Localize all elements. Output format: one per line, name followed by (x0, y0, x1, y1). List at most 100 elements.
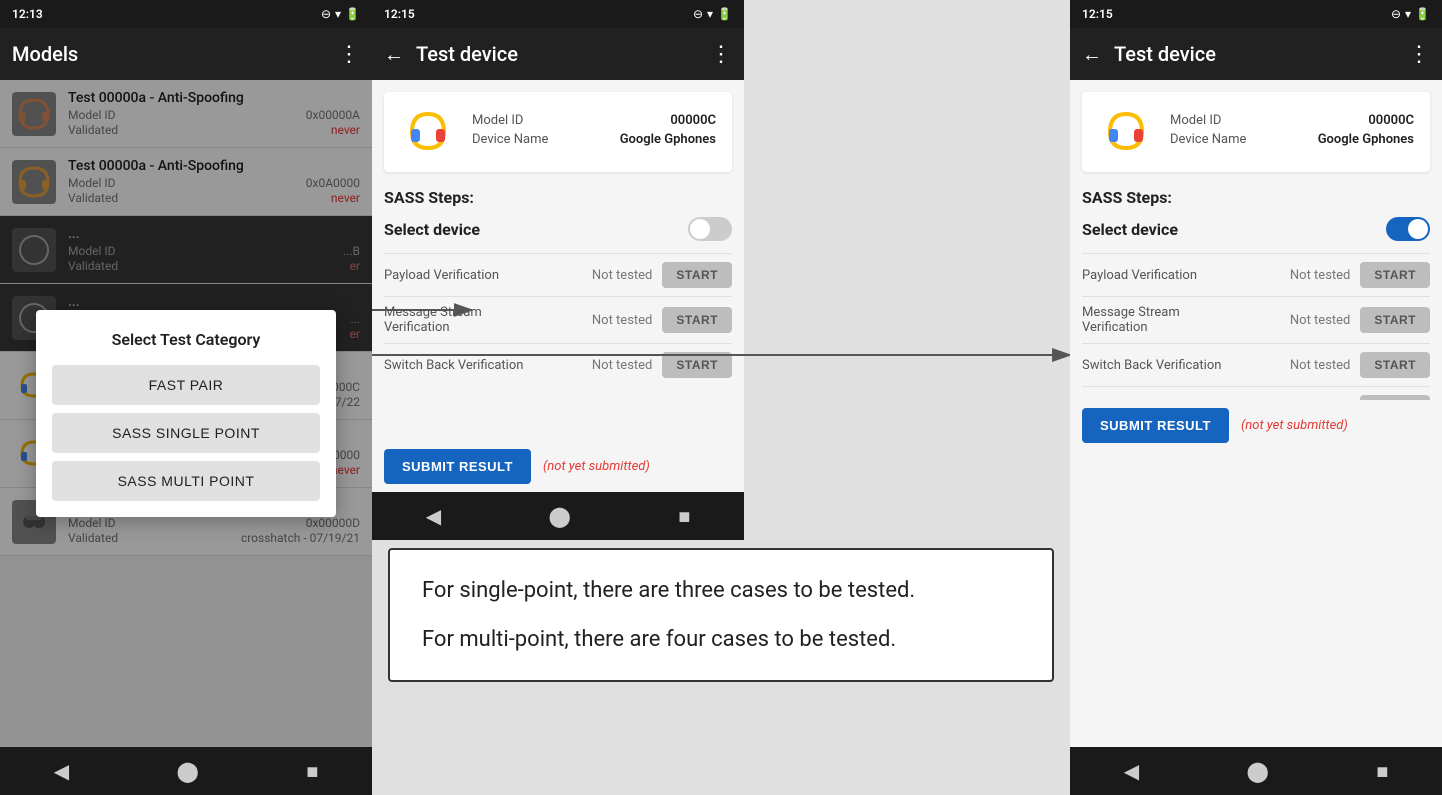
device-name-value-3: Google Gphones (1318, 132, 1414, 147)
phone-3: 12:15 ⊖ ▾ 🔋 ← Test device ⋮ Model ID 000… (1070, 0, 1442, 795)
back-nav-2[interactable]: ◀ (406, 496, 461, 536)
submit-area-2: SUBMIT RESULT (not yet submitted) (372, 441, 744, 492)
status-bar-3: 12:15 ⊖ ▾ 🔋 (1070, 0, 1442, 28)
stream-start-btn-2[interactable]: START (662, 307, 732, 333)
wifi-icon: ▾ (335, 7, 341, 21)
phone-2: 12:15 ⊖ ▾ 🔋 ← Test device ⋮ (372, 0, 744, 540)
device-logo-3 (1098, 104, 1154, 160)
back-nav-3[interactable]: ◀ (1104, 751, 1159, 791)
device-name-label-2: Device Name (472, 132, 548, 147)
stream-label-3: Message StreamVerification (1082, 305, 1290, 335)
switchback-status-3: Not tested (1290, 358, 1351, 373)
test-row-payload-2: Payload Verification Not tested START (384, 253, 732, 296)
payload-label-2: Payload Verification (384, 268, 592, 283)
test-row-switchactive-3: Switch Active Verification Not tested ST… (1082, 386, 1430, 400)
sass-multi-point-button[interactable]: SASS MULTI POINT (52, 461, 320, 501)
middle-section: 12:15 ⊖ ▾ 🔋 ← Test device ⋮ (372, 0, 1070, 795)
device-name-row-2: Device Name Google Gphones (472, 132, 716, 147)
models-list: Test 00000a - Anti-Spoofing Model ID0x00… (0, 80, 372, 747)
stream-label-2: Message StreamVerification (384, 305, 592, 335)
more-icon-3[interactable]: ⋮ (1408, 42, 1430, 67)
battery-icon: 🔋 (345, 7, 360, 21)
wifi-icon-3: ▾ (1405, 7, 1411, 21)
sass-single-point-button[interactable]: SASS SINGLE POINT (52, 413, 320, 453)
select-device-label-3: Select device (1082, 220, 1178, 239)
nav-bar-2: ◀ ⬤ ■ (372, 492, 744, 540)
test-row-switchback-3: Switch Back Verification Not tested STAR… (1082, 343, 1430, 386)
annotation-text-1: For single-point, there are three cases … (422, 574, 1020, 607)
test-device-content-3: Model ID 00000C Device Name Google Gphon… (1070, 80, 1442, 400)
device-name-label-3: Device Name (1170, 132, 1246, 147)
home-nav-3[interactable]: ⬤ (1226, 751, 1288, 791)
model-id-value-3: 00000C (1368, 113, 1414, 128)
payload-start-btn-2[interactable]: START (662, 262, 732, 288)
status-bar-1: 12:13 ⊖ ▾ 🔋 (0, 0, 372, 28)
more-icon-2[interactable]: ⋮ (710, 42, 732, 67)
stream-start-btn-3[interactable]: START (1360, 307, 1430, 333)
more-icon-1[interactable]: ⋮ (338, 42, 360, 67)
test-row-stream-3: Message StreamVerification Not tested ST… (1082, 296, 1430, 343)
payload-label-3: Payload Verification (1082, 268, 1290, 283)
test-row-payload-3: Payload Verification Not tested START (1082, 253, 1430, 296)
status-icons-1: ⊖ ▾ 🔋 (321, 7, 360, 21)
recent-nav-3[interactable]: ■ (1356, 751, 1408, 792)
app-bar-1: Models ⋮ (0, 28, 372, 80)
payload-status-2: Not tested (592, 268, 653, 283)
select-device-toggle-2[interactable] (688, 217, 732, 241)
model-id-row-2: Model ID 00000C (472, 113, 716, 128)
app-bar-3: ← Test device ⋮ (1070, 28, 1442, 80)
device-info-card-2: Model ID 00000C Device Name Google Gphon… (384, 92, 732, 172)
home-nav-2[interactable]: ⬤ (528, 496, 590, 536)
battery-icon-3: 🔋 (1415, 7, 1430, 21)
recent-nav-2[interactable]: ■ (658, 496, 710, 537)
model-id-label-2: Model ID (472, 113, 523, 128)
time-2: 12:15 (384, 7, 415, 21)
select-device-label-2: Select device (384, 220, 480, 239)
not-yet-submitted-2: (not yet submitted) (543, 459, 650, 474)
app-title-1: Models (12, 42, 338, 66)
nav-bar-1: ◀ ⬤ ■ (0, 747, 372, 795)
switchback-start-btn-3[interactable]: START (1360, 352, 1430, 378)
annotation-text-2: For multi-point, there are four cases to… (422, 623, 1020, 656)
back-nav[interactable]: ◀ (34, 751, 89, 791)
sim-icon-2: ⊖ (693, 7, 703, 21)
test-device-content-2: Model ID 00000C Device Name Google Gphon… (372, 80, 744, 441)
sass-steps-title-2: SASS Steps: (384, 188, 732, 207)
model-id-value-2: 00000C (670, 113, 716, 128)
test-row-switchback-2: Switch Back Verification Not tested STAR… (384, 343, 732, 386)
phone-1: 12:13 ⊖ ▾ 🔋 Models ⋮ Test 00000a - Anti-… (0, 0, 372, 795)
submit-result-btn-2[interactable]: SUBMIT RESULT (384, 449, 531, 484)
app-title-2: Test device (416, 42, 710, 66)
sass-steps-title-3: SASS Steps: (1082, 188, 1430, 207)
nav-bar-3: ◀ ⬤ ■ (1070, 747, 1442, 795)
app-title-3: Test device (1114, 42, 1408, 66)
status-bar-2: 12:15 ⊖ ▾ 🔋 (372, 0, 744, 28)
switchback-label-3: Switch Back Verification (1082, 358, 1290, 373)
submit-area-3: SUBMIT RESULT (not yet submitted) (1070, 400, 1442, 451)
payload-status-3: Not tested (1290, 268, 1351, 283)
device-name-row-3: Device Name Google Gphones (1170, 132, 1414, 147)
fast-pair-button[interactable]: FAST PAIR (52, 365, 320, 405)
switchback-start-btn-2[interactable]: START (662, 352, 732, 378)
annotation-box: For single-point, there are three cases … (388, 548, 1054, 682)
recent-nav[interactable]: ■ (286, 751, 338, 792)
wifi-icon-2: ▾ (707, 7, 713, 21)
select-device-row-2: Select device (384, 217, 732, 241)
time-3: 12:15 (1082, 7, 1113, 21)
back-icon-2[interactable]: ← (384, 42, 404, 67)
select-device-row-3: Select device (1082, 217, 1430, 241)
select-device-toggle-3[interactable] (1386, 217, 1430, 241)
payload-start-btn-3[interactable]: START (1360, 262, 1430, 288)
submit-result-btn-3[interactable]: SUBMIT RESULT (1082, 408, 1229, 443)
select-test-category-dialog: Select Test Category FAST PAIR SASS SING… (36, 310, 336, 517)
stream-status-3: Not tested (1290, 313, 1351, 328)
device-fields-2: Model ID 00000C Device Name Google Gphon… (472, 113, 716, 151)
back-icon-3[interactable]: ← (1082, 42, 1102, 67)
status-icons-3: ⊖ ▾ 🔋 (1391, 7, 1430, 21)
status-icons-2: ⊖ ▾ 🔋 (693, 7, 732, 21)
device-logo-2 (400, 104, 456, 160)
home-nav[interactable]: ⬤ (156, 751, 218, 791)
switchback-label-2: Switch Back Verification (384, 358, 592, 373)
device-name-value-2: Google Gphones (620, 132, 716, 147)
dialog-overlay: Select Test Category FAST PAIR SASS SING… (0, 80, 372, 747)
